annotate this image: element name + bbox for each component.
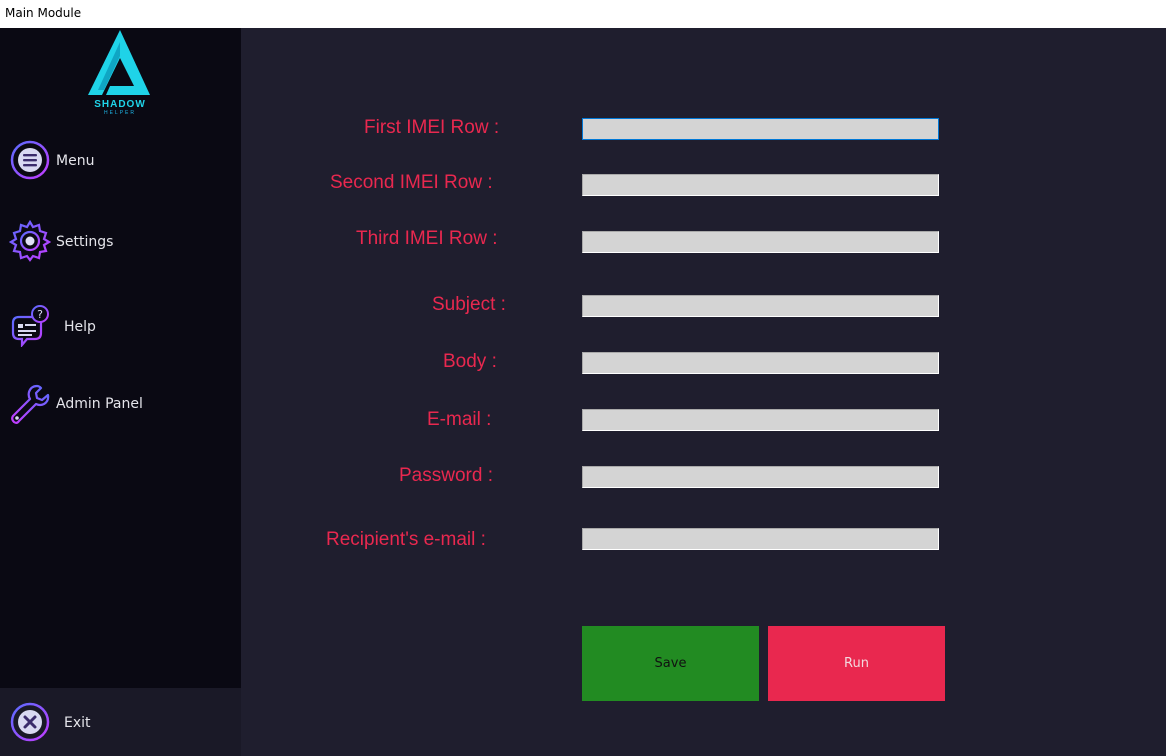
subject-label: Subject : xyxy=(432,294,506,315)
body-label: Body : xyxy=(443,351,497,372)
second-imei-row-input[interactable] xyxy=(582,174,939,196)
window-title: Main Module xyxy=(5,6,82,20)
exit-area: Exit xyxy=(0,688,241,756)
password-input[interactable] xyxy=(582,466,939,488)
sidebar-item-help[interactable]: ? Help xyxy=(0,305,241,349)
menu-icon xyxy=(9,139,51,181)
exit-label: Exit xyxy=(64,715,91,731)
save-button[interactable]: Save xyxy=(582,626,759,701)
sidebar-item-label: Help xyxy=(64,319,96,335)
email-input[interactable] xyxy=(582,409,939,431)
body-input[interactable] xyxy=(582,352,939,374)
sidebar-item-admin-panel[interactable]: Admin Panel xyxy=(0,383,241,427)
logo-subtitle: HELPER xyxy=(103,110,136,116)
subject-input[interactable] xyxy=(582,295,939,317)
sidebar-item-settings[interactable]: Settings xyxy=(0,219,241,264)
app-logo: SHADOW HELPER xyxy=(84,30,156,116)
recipient-email-label: Recipient's e-mail : xyxy=(326,529,486,550)
gear-icon xyxy=(8,219,52,262)
svg-text:?: ? xyxy=(37,308,43,321)
first-imei-row-label: First IMEI Row : xyxy=(364,117,500,138)
close-icon xyxy=(9,701,51,743)
sidebar-item-menu[interactable]: Menu xyxy=(0,139,241,183)
title-bar: Main Module xyxy=(0,0,1166,28)
email-label: E-mail : xyxy=(427,409,492,430)
first-imei-row-input[interactable] xyxy=(582,118,939,140)
sidebar-item-label: Menu xyxy=(56,153,95,169)
recipient-email-input[interactable] xyxy=(582,528,939,550)
password-label: Password : xyxy=(399,465,493,486)
run-button[interactable]: Run xyxy=(768,626,945,701)
sidebar-item-label: Admin Panel xyxy=(56,396,143,412)
logo-brand: SHADOW xyxy=(94,99,146,110)
second-imei-row-label: Second IMEI Row : xyxy=(330,172,493,193)
logo-triangle-icon xyxy=(88,30,150,95)
wrench-icon xyxy=(9,383,51,425)
help-chat-icon: ? xyxy=(9,305,51,349)
third-imei-row-input[interactable] xyxy=(582,231,939,253)
sidebar: SHADOW HELPER Menu Settings ? Help Admin… xyxy=(0,28,241,756)
exit-button[interactable]: Exit xyxy=(0,701,241,745)
sidebar-item-label: Settings xyxy=(56,234,114,250)
third-imei-row-label: Third IMEI Row : xyxy=(356,228,498,249)
